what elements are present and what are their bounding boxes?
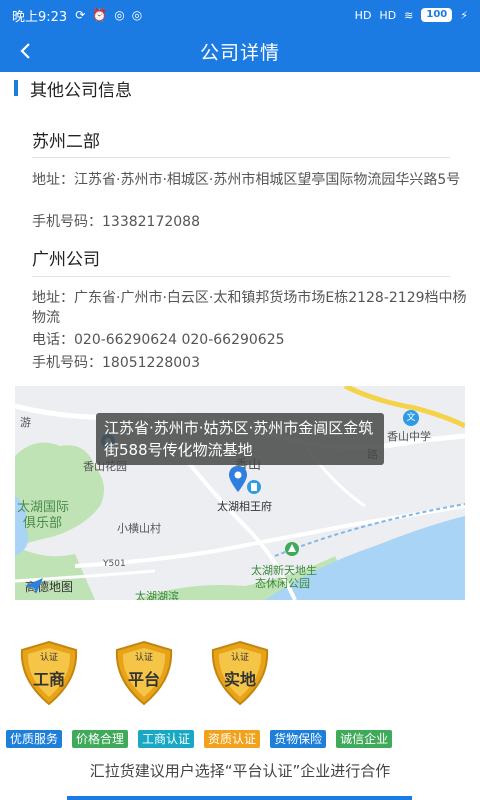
address-label: 地址：: [32, 290, 74, 306]
badge-business-certified: 认证 工商: [16, 640, 82, 706]
badge-top-label: 认证: [230, 653, 249, 663]
divider: [32, 157, 450, 158]
company-name: 苏州二部: [32, 132, 100, 152]
company-address: 地址：广东省·广州市·白云区·太和镇邦货场市场E栋2128-2129档中杨物流: [32, 288, 472, 328]
status-time: 晚上9:23: [12, 9, 68, 25]
map-label: Y501: [103, 559, 126, 569]
address-label: 地址：: [32, 172, 74, 188]
nav-bar: 公司详情: [0, 30, 480, 72]
signal-icon-2: HD: [379, 8, 397, 22]
section-title: 其他公司信息: [30, 80, 132, 101]
app-icon-2: ◎: [131, 8, 143, 22]
sync-icon: ⟳: [75, 8, 86, 22]
battery-icon: 100: [421, 8, 453, 22]
status-icons: ⟳ ⏰ ◎ ◎: [75, 8, 142, 22]
map-provider-logo: 高德地图: [25, 578, 73, 595]
chevron-left-icon: [20, 43, 30, 59]
badge-onsite-certified: 认证 实地: [207, 640, 273, 706]
map-label: 态休闲公园: [255, 577, 310, 590]
back-button[interactable]: [10, 36, 40, 66]
badge-label: 实地: [223, 670, 256, 689]
badge-top-label: 认证: [39, 653, 58, 663]
feature-tags: 优质服务 价格合理 工商认证 资质认证 货物保险 诚信企业: [6, 730, 476, 748]
location-map[interactable]: 游 文 香山花园 香山 香山中学 路 太湖国际 俱乐部 小横山村 太湖相王府 Y…: [15, 386, 465, 600]
tel-label: 电话：: [32, 332, 74, 348]
company-address: 地址：江苏省·苏州市·相城区·苏州市相城区望亭国际物流园华兴路5号: [32, 170, 472, 190]
tel-value[interactable]: 020-66290624 020-66290625: [74, 332, 285, 348]
alarm-icon: ⏰: [92, 8, 108, 22]
section-accent-bar: [14, 80, 18, 96]
map-label: 太湖湖滨: [135, 590, 179, 600]
map-address-overlay: 江苏省·苏州市·姑苏区·苏州市金阊区金筑街588号传化物流基地: [96, 413, 384, 465]
gaode-logo-icon: [25, 578, 43, 594]
map-label: 太湖相王府: [217, 500, 272, 513]
phone-value[interactable]: 18051228003: [102, 355, 200, 371]
company-phone: 手机号码：18051228003: [32, 353, 472, 373]
badge-platform-certified: 认证 平台: [111, 640, 177, 706]
page-title: 公司详情: [199, 41, 280, 64]
phone-label: 手机号码：: [32, 355, 102, 371]
charging-icon: ⚡: [460, 8, 468, 22]
wifi-icon: ≋: [404, 8, 414, 22]
badge-label: 工商: [32, 670, 65, 689]
map-label: 游: [20, 416, 31, 429]
school-marker-icon: 文: [403, 410, 419, 426]
map-label: 俱乐部: [23, 516, 63, 531]
tag-business-certified: 工商认证: [138, 730, 195, 748]
phone-value[interactable]: 13382172088: [102, 214, 200, 230]
company-phone: 手机号码：13382172088: [32, 212, 472, 232]
status-bar: 晚上9:23 ⟳ ⏰ ◎ ◎ HD HD ≋ 100 ⚡: [0, 0, 480, 30]
company-name: 广州公司: [32, 250, 100, 270]
phone-label: 手机号码：: [32, 214, 102, 230]
park-marker-icon: [285, 542, 299, 556]
map-label: 小横山村: [117, 522, 161, 535]
tag-quality-service: 优质服务: [6, 730, 63, 748]
tag-reasonable-price: 价格合理: [72, 730, 129, 748]
signal-icon: HD: [354, 8, 372, 22]
address-value: 江苏省·苏州市·相城区·苏州市相城区望亭国际物流园华兴路5号: [74, 172, 461, 188]
badge-top-label: 认证: [134, 653, 153, 663]
divider: [32, 276, 450, 277]
footer-note: 汇拉货建议用户选择“平台认证”企业进行合作: [89, 762, 391, 780]
address-value: 广东省·广州市·白云区·太和镇邦货场市场E栋2128-2129档中杨物流: [32, 290, 467, 326]
status-right: HD HD ≋ 100 ⚡: [355, 8, 468, 22]
badge-label: 平台: [127, 670, 160, 689]
location-pin-icon: [229, 466, 247, 492]
app-icon: ◎: [114, 8, 125, 22]
tag-trustworthy: 诚信企业: [336, 730, 393, 748]
tag-cargo-insurance: 货物保险: [270, 730, 327, 748]
section-header: 其他公司信息: [0, 76, 132, 101]
tag-qualification-certified: 资质认证: [204, 730, 261, 748]
company-tel: 电话：020-66290624 020-66290625: [32, 330, 472, 350]
bottom-action-bar[interactable]: [67, 796, 412, 800]
map-label: 香山中学: [387, 430, 431, 443]
building-marker-icon: [247, 480, 261, 494]
